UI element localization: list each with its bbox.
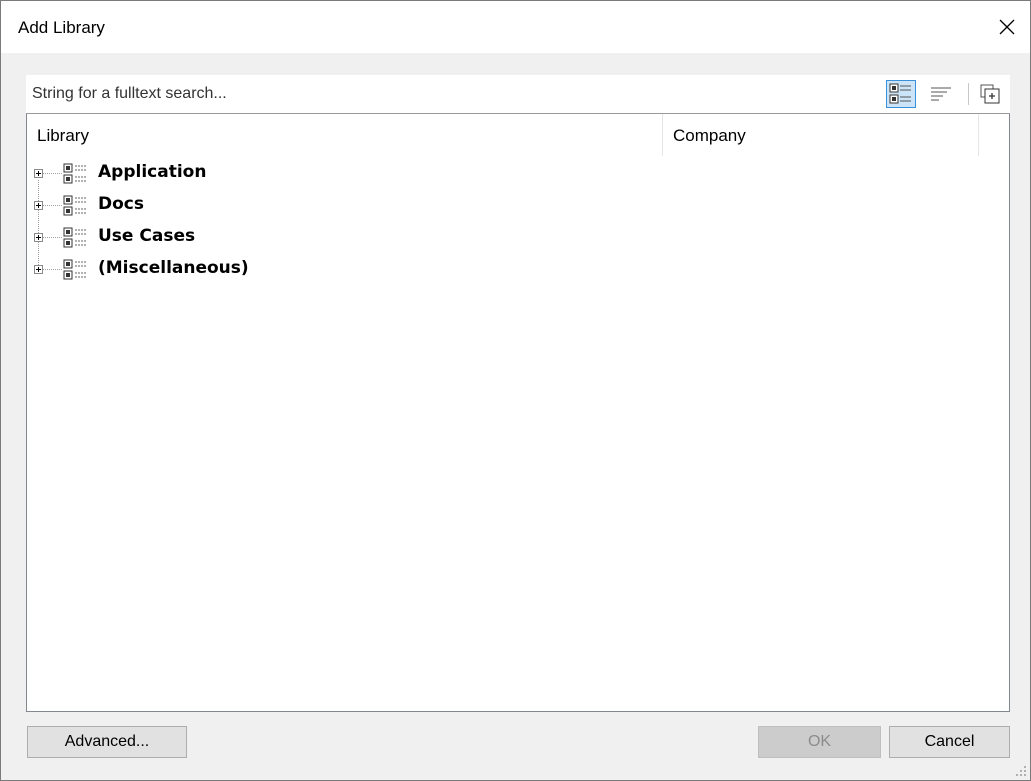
library-icon <box>63 163 87 184</box>
library-tree[interactable]: Library Company Application Docs Use Cas… <box>26 114 1010 712</box>
tree-node-application[interactable]: Application <box>27 157 627 189</box>
plus-icon[interactable] <box>34 265 43 274</box>
plus-icon[interactable] <box>34 201 43 210</box>
tree-node-label: (Miscellaneous) <box>98 258 249 278</box>
tree-connector <box>43 237 63 238</box>
ok-button[interactable]: OK <box>758 726 881 758</box>
list-view-button[interactable] <box>926 80 956 108</box>
close-icon <box>999 19 1015 35</box>
add-library-icon <box>980 84 1000 104</box>
add-library-button[interactable] <box>975 80 1005 108</box>
close-button[interactable] <box>984 1 1030 53</box>
library-icon <box>63 227 87 248</box>
library-icon <box>63 259 87 280</box>
tree-node-label: Docs <box>98 194 144 214</box>
tree-node-label: Application <box>98 162 207 182</box>
resize-grip-icon[interactable] <box>1015 765 1027 777</box>
search-input[interactable] <box>26 75 882 113</box>
column-header-company[interactable]: Company <box>663 114 979 156</box>
tree-connector <box>43 269 63 270</box>
tree-node-label: Use Cases <box>98 226 196 246</box>
tree-connector <box>43 205 63 206</box>
list-view-icon <box>931 87 951 101</box>
tree-view-icon <box>889 83 911 104</box>
advanced-button[interactable]: Advanced... <box>27 726 187 758</box>
tree-node-docs[interactable]: Docs <box>27 189 627 221</box>
plus-icon[interactable] <box>34 169 43 178</box>
tree-node-miscellaneous[interactable]: (Miscellaneous) <box>27 253 627 285</box>
dialog-title: Add Library <box>18 18 105 37</box>
add-library-dialog: Add Library String for a fulltext search… <box>0 0 1031 781</box>
search-bar <box>26 75 1010 114</box>
tree-node-use-cases[interactable]: Use Cases <box>27 221 627 253</box>
column-header-library[interactable]: Library <box>27 114 663 156</box>
title-bar: Add Library <box>1 1 1030 53</box>
plus-icon[interactable] <box>34 233 43 242</box>
toolbar-separator <box>968 83 969 105</box>
library-icon <box>63 195 87 216</box>
tree-connector <box>43 173 63 174</box>
cancel-button[interactable]: Cancel <box>889 726 1010 758</box>
tree-view-button[interactable] <box>886 80 916 108</box>
